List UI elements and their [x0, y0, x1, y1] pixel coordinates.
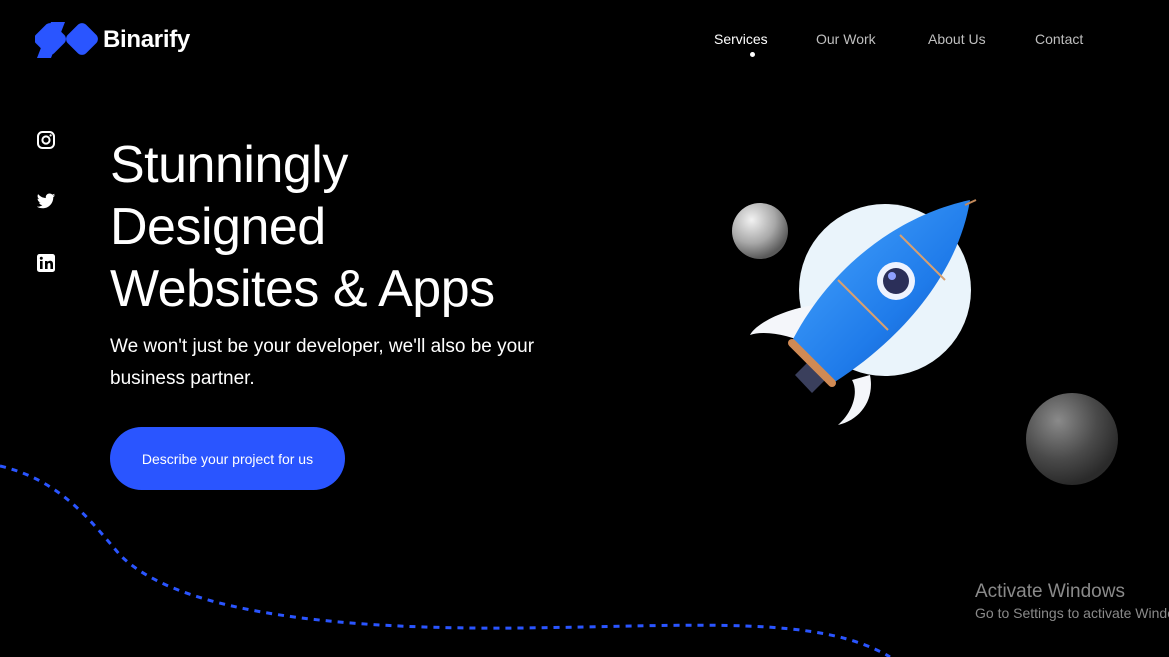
hero-headline-line: Stunningly	[110, 136, 348, 194]
watermark-title: Activate Windows	[975, 581, 1125, 602]
rocket-illustration	[732, 199, 1118, 485]
hero-subtitle: We won't just be your developer, we'll a…	[110, 336, 535, 389]
twitter-icon	[36, 193, 56, 209]
watermark-subtitle: Go to Settings to activate Windows.	[975, 605, 1169, 621]
nav-about-us[interactable]: About Us	[928, 31, 986, 47]
hero-headline-line: Designed	[110, 198, 326, 256]
linkedin-icon	[37, 254, 55, 272]
nav-contact[interactable]: Contact	[1035, 31, 1083, 47]
light-sphere	[732, 203, 788, 259]
instagram-link[interactable]	[36, 130, 56, 150]
hero-headline-line: Websites & Apps	[110, 260, 495, 318]
twitter-link[interactable]	[36, 191, 56, 211]
nav-services[interactable]: Services	[714, 31, 768, 47]
windows-activation-watermark: Activate Windows Go to Settings to activ…	[975, 580, 1169, 622]
linkedin-link[interactable]	[36, 253, 56, 273]
main-nav: Services Our Work About Us Contact	[0, 31, 1169, 61]
dark-sphere	[1026, 393, 1118, 485]
active-nav-indicator	[750, 52, 755, 57]
nav-our-work[interactable]: Our Work	[816, 31, 876, 47]
describe-project-button[interactable]: Describe your project for us	[110, 427, 345, 490]
instagram-icon	[37, 131, 55, 149]
hero-headline: Stunningly Designed Websites & Apps	[110, 134, 495, 320]
